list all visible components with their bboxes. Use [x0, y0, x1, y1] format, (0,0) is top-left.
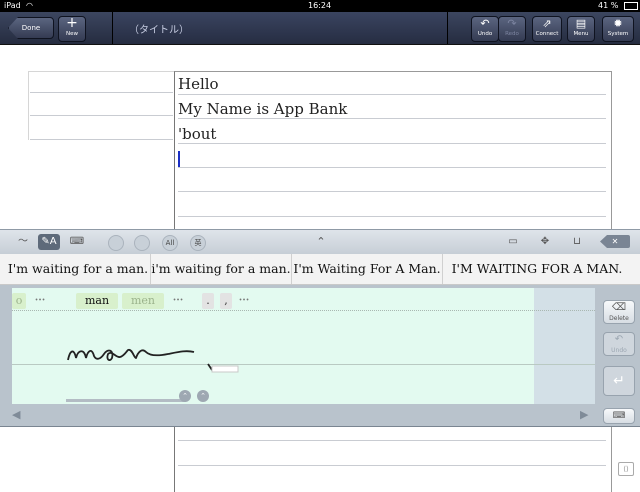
- scroll-up-icon[interactable]: ⌃: [197, 390, 209, 402]
- rule-line: [178, 440, 606, 441]
- wifi-icon: ◠: [26, 1, 33, 10]
- dock-icon[interactable]: ⊔: [566, 234, 588, 250]
- top-toolbar: Done + New （タイトル） ↶ Undo ↷ Redo ⇗ Connec…: [0, 12, 640, 45]
- more-chip[interactable]: •••: [32, 293, 48, 309]
- gear-icon: ✹: [613, 17, 623, 30]
- disabled-mode-icon[interactable]: [108, 235, 124, 251]
- handwriting-stroke: [67, 348, 239, 373]
- text-cursor: [178, 151, 180, 167]
- candidate-item[interactable]: I'm Waiting For A Man.: [292, 254, 443, 284]
- rule-line: [178, 143, 606, 144]
- english-mode-button[interactable]: 英: [190, 235, 206, 251]
- folder-icon: ▤: [575, 17, 587, 30]
- text-line: Hello: [178, 75, 219, 93]
- undo-button[interactable]: ↶ Undo: [471, 16, 499, 42]
- device-name: iPad: [4, 1, 21, 10]
- punct-chip[interactable]: .: [202, 293, 214, 309]
- keyboard-icon: ⌨: [612, 411, 626, 421]
- handwriting-panel: 〜 ✎A ⌨ All 英 ⌃ ▭ ✥ ⊔ ✕ I'm waiting for a…: [0, 229, 640, 427]
- return-icon: ↵: [613, 373, 625, 389]
- menu-button[interactable]: ▤ Menu: [567, 16, 595, 42]
- redo-button[interactable]: ↷ Redo: [498, 16, 526, 42]
- word-chip[interactable]: o: [12, 293, 26, 309]
- margin-box: [28, 71, 175, 140]
- share-icon: ⇗: [542, 17, 552, 30]
- rule-line: [178, 118, 606, 119]
- writing-area[interactable]: o ••• man men ••• . , ••• ⌃ ⌃: [12, 288, 595, 404]
- disabled-mode-icon[interactable]: [134, 235, 150, 251]
- insert-icon[interactable]: ▭: [502, 234, 524, 250]
- battery-icon: [624, 2, 638, 10]
- undo-icon: ↶: [480, 17, 490, 30]
- handwriting-recognition-icon[interactable]: ✎A: [38, 234, 60, 250]
- page-title: （タイトル）: [129, 25, 189, 36]
- battery-percent: 41 %: [598, 1, 619, 10]
- candidate-item[interactable]: I'M WAITING FOR A MAN.: [443, 254, 631, 284]
- rule-line: [178, 167, 606, 168]
- right-arrow-icon[interactable]: ▶: [580, 408, 588, 421]
- rule-line: [30, 92, 173, 93]
- hide-keyboard-button[interactable]: ⌨: [603, 408, 635, 424]
- guide-line: [12, 310, 595, 311]
- word-chip[interactable]: men: [122, 293, 164, 309]
- rule-line: [30, 139, 173, 140]
- panel-undo-button[interactable]: ↶ Undo: [603, 332, 635, 356]
- return-button[interactable]: ↵: [603, 366, 635, 396]
- rule-line: [178, 465, 606, 466]
- text-line: 'bout: [178, 125, 217, 143]
- left-arrow-icon[interactable]: ◀: [12, 408, 20, 421]
- candidate-item[interactable]: i'm waiting for a man.: [151, 254, 292, 284]
- pen-mode-icon[interactable]: 〜: [12, 234, 34, 250]
- backspace-icon[interactable]: ✕: [600, 235, 630, 248]
- undo-icon: ↶: [614, 334, 624, 345]
- plus-icon: +: [66, 15, 78, 31]
- scroll-up-icon[interactable]: ⌃: [179, 390, 191, 402]
- text-line: My Name is App Bank: [178, 100, 348, 118]
- panel-toolbar: 〜 ✎A ⌨ All 英 ⌃ ▭ ✥ ⊔ ✕: [0, 230, 640, 254]
- redo-icon: ↷: [507, 17, 517, 30]
- rule-line: [178, 216, 606, 217]
- scroll-track[interactable]: [66, 399, 186, 402]
- collapse-panel-icon[interactable]: ⌃: [310, 234, 332, 250]
- delete-icon: ⌫: [611, 302, 627, 313]
- more-chip[interactable]: •••: [170, 293, 186, 309]
- writing-overflow-zone: [534, 288, 595, 404]
- punct-chip[interactable]: ,: [220, 293, 232, 309]
- done-button[interactable]: Done: [8, 17, 54, 39]
- resize-handle-icon[interactable]: ⟨⟩: [618, 462, 634, 476]
- rule-line: [30, 115, 173, 116]
- all-mode-button[interactable]: All: [162, 235, 178, 251]
- rule-line: [178, 191, 606, 192]
- candidate-item[interactable]: I'm waiting for a man.: [6, 254, 151, 284]
- move-icon[interactable]: ✥: [534, 234, 556, 250]
- keyboard-icon[interactable]: ⌨: [66, 234, 88, 250]
- delete-button[interactable]: ⌫ Delete: [603, 300, 635, 324]
- connect-button[interactable]: ⇗ Connect: [532, 16, 562, 42]
- more-chip[interactable]: •••: [236, 293, 252, 309]
- clock: 16:24: [308, 1, 332, 10]
- word-chip-selected[interactable]: man: [76, 293, 118, 309]
- candidate-bar: I'm waiting for a man. i'm waiting for a…: [0, 254, 640, 285]
- document-title-field[interactable]: （タイトル）: [112, 12, 448, 44]
- system-button[interactable]: ✹ System: [602, 16, 634, 42]
- new-button[interactable]: + New: [58, 16, 86, 42]
- rule-line: [178, 94, 606, 95]
- status-bar: iPad ◠ 16:24 41 %: [0, 0, 640, 12]
